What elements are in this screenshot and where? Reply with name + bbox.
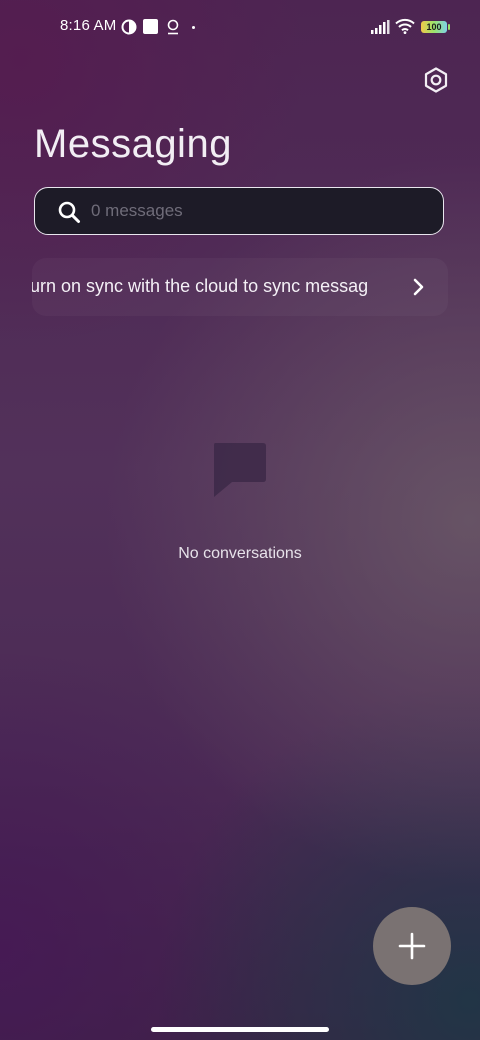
battery-tip (448, 24, 450, 30)
page-title: Messaging (34, 122, 232, 166)
new-message-button[interactable] (373, 907, 451, 985)
data-saver-icon (121, 19, 137, 35)
signal-icon (371, 20, 390, 34)
gear-icon (424, 67, 448, 93)
empty-state-text: No conversations (178, 545, 302, 562)
chevron-right-icon (413, 278, 424, 296)
home-indicator[interactable] (151, 1027, 329, 1032)
status-time: 8:16 AM (60, 17, 117, 34)
wifi-icon (395, 18, 415, 34)
notification-square-icon (143, 19, 158, 34)
more-notifications-dot (192, 26, 195, 29)
sync-banner-text: urn on sync with the cloud to sync messa… (32, 276, 369, 296)
search-input[interactable] (91, 188, 431, 234)
cloud-sync-banner[interactable]: urn on sync with the cloud to sync messa… (32, 258, 448, 316)
search-bar[interactable] (34, 187, 444, 235)
settings-button[interactable] (418, 62, 454, 98)
sync-text-clip: urn on sync with the cloud to sync messa… (32, 258, 394, 316)
location-pin-icon (167, 19, 179, 35)
search-icon (58, 201, 80, 223)
status-bar: 8:16 AM 100 (0, 0, 480, 56)
battery-icon: 100 (421, 21, 447, 33)
chat-bubble-icon (214, 443, 266, 497)
battery-level: 100 (426, 22, 442, 32)
plus-icon (398, 932, 426, 960)
